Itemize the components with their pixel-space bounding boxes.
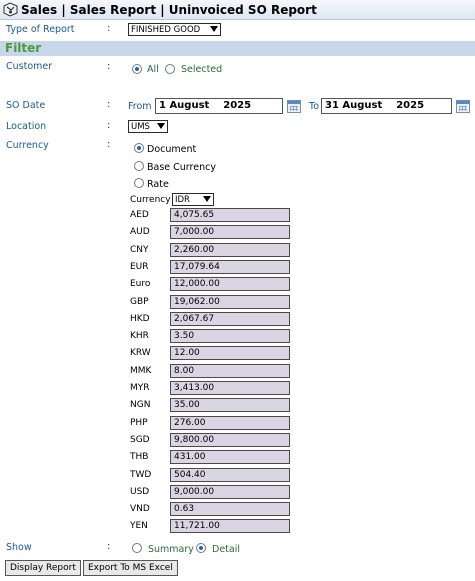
rate-input[interactable]: 2,067.67	[170, 312, 290, 326]
currency-select[interactable]: IDR	[172, 193, 214, 206]
currency-row: Currency : Document Base Currency Rate C…	[0, 139, 475, 207]
so-date-label: SO Date	[6, 100, 46, 111]
from-label: From	[128, 101, 152, 112]
rate-input[interactable]: 12,000.00	[170, 277, 290, 291]
colon: :	[107, 120, 111, 131]
calendar-icon[interactable]	[456, 100, 470, 113]
type-of-report-select[interactable]: FINISHED GOOD	[128, 23, 221, 36]
show-summary-radio[interactable]	[132, 543, 142, 553]
location-select[interactable]: UMS	[128, 120, 168, 133]
location-value: UMS	[131, 121, 150, 132]
rate-input[interactable]: 35.00	[170, 398, 290, 412]
rate-code: HKD	[130, 314, 150, 324]
customer-all-radio[interactable]	[132, 64, 142, 74]
to-date-input[interactable]: 31 August 2025	[321, 98, 452, 114]
rate-input[interactable]: 0.63	[170, 502, 290, 516]
rate-code: TWD	[130, 470, 152, 480]
rate-input[interactable]: 17,079.64	[170, 260, 290, 274]
rate-code: AED	[130, 210, 149, 220]
rate-code: KHR	[130, 331, 149, 341]
colon: :	[107, 541, 111, 552]
location-label: Location	[6, 121, 47, 132]
chevron-down-icon	[157, 123, 165, 129]
customer-label: Customer	[6, 61, 53, 72]
rate-input[interactable]: 11,721.00	[170, 519, 290, 533]
rate-code: AUD	[130, 227, 150, 237]
show-summary-label: Summary	[148, 544, 194, 555]
type-of-report-label: Type of Report	[6, 24, 75, 35]
rate-input[interactable]: 8.00	[170, 364, 290, 378]
colon: :	[107, 139, 111, 150]
rate-input[interactable]: 19,062.00	[170, 295, 290, 309]
so-date-row: SO Date : From 1 August 2025 To 31 Augus…	[0, 97, 475, 115]
from-date-input[interactable]: 1 August 2025	[155, 98, 283, 114]
rate-code: THB	[130, 452, 149, 462]
rate-input[interactable]: 504.40	[170, 468, 290, 482]
chevron-down-icon	[203, 196, 211, 202]
rate-code: MYR	[130, 383, 150, 393]
rate-code: SGD	[130, 435, 150, 445]
rate-input[interactable]: 276.00	[170, 416, 290, 430]
rate-input[interactable]: 12.00	[170, 346, 290, 360]
filter-section-header: Filter	[0, 41, 475, 56]
rate-code: GBP	[130, 297, 149, 307]
app-logo-icon	[3, 2, 18, 17]
page-title: Sales | Sales Report | Uninvoiced SO Rep…	[21, 2, 317, 17]
colon: :	[107, 61, 111, 72]
title-bar: Sales | Sales Report | Uninvoiced SO Rep…	[0, 0, 475, 20]
rate-input[interactable]: 3,413.00	[170, 381, 290, 395]
calendar-icon[interactable]	[287, 100, 301, 113]
currency-rate-radio[interactable]	[134, 178, 144, 188]
export-excel-button[interactable]: Export To MS Excel	[83, 560, 178, 576]
currency-label: Currency	[6, 140, 49, 151]
rate-input[interactable]: 7,000.00	[170, 225, 290, 239]
rate-code: EUR	[130, 262, 149, 272]
currency-rate-label: Rate	[147, 179, 169, 190]
rate-code: YEN	[130, 521, 148, 531]
rate-code: Euro	[130, 279, 151, 289]
show-detail-label: Detail	[212, 544, 240, 555]
rate-code: MMK	[130, 366, 152, 376]
currency-document-label: Document	[147, 144, 197, 155]
type-of-report-row: Type of Report : FINISHED GOOD	[0, 23, 475, 37]
rate-code: USD	[130, 487, 150, 497]
show-detail-radio[interactable]	[196, 543, 206, 553]
colon: :	[107, 99, 111, 110]
currency-select-value: IDR	[175, 194, 190, 205]
chevron-down-icon	[210, 26, 218, 32]
show-row: Show : Summary Detail	[0, 541, 475, 557]
rate-code: KRW	[130, 348, 151, 358]
colon: :	[107, 23, 111, 34]
rate-code: VND	[130, 504, 150, 514]
rate-input[interactable]: 2,260.00	[170, 243, 290, 257]
currency-base-radio[interactable]	[134, 161, 144, 171]
display-report-button[interactable]: Display Report	[5, 560, 81, 576]
show-label: Show	[6, 542, 32, 553]
customer-selected-radio[interactable]	[165, 64, 175, 74]
rate-input[interactable]: 9,000.00	[170, 485, 290, 499]
rate-code: NGN	[130, 400, 151, 410]
customer-all-label: All	[147, 64, 159, 75]
location-row: Location : UMS	[0, 120, 475, 134]
currency-select-label: Currency	[130, 195, 171, 205]
customer-selected-label: Selected	[181, 64, 223, 75]
rate-code: PHP	[130, 418, 148, 428]
currency-document-radio[interactable]	[134, 143, 144, 153]
rate-code: CNY	[130, 245, 149, 255]
rate-input[interactable]: 3.50	[170, 329, 290, 343]
rate-input[interactable]: 431.00	[170, 450, 290, 464]
rate-input[interactable]: 4,075.65	[170, 208, 290, 222]
rate-input[interactable]: 9,800.00	[170, 433, 290, 447]
currency-base-label: Base Currency	[147, 162, 216, 173]
type-of-report-value: FINISHED GOOD	[131, 24, 201, 35]
customer-row: Customer : All Selected	[0, 60, 475, 80]
to-label: To	[309, 101, 320, 112]
